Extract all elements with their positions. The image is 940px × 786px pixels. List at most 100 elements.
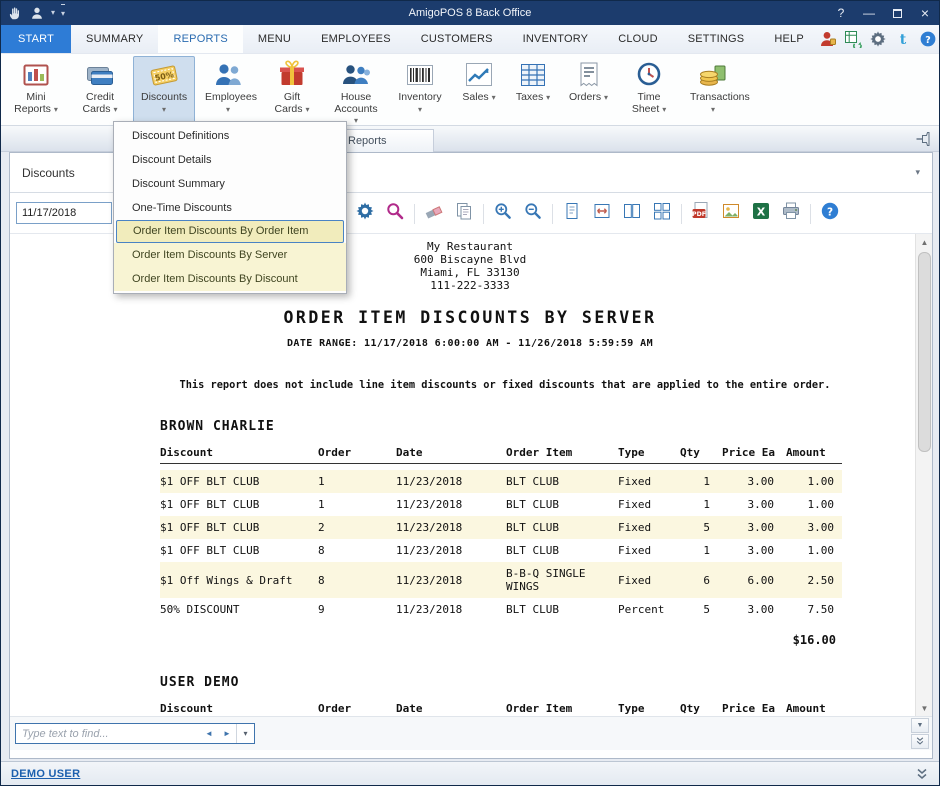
transactions-icon <box>698 60 728 90</box>
ribbon-button-label: Inventory ▾ <box>397 92 443 115</box>
sales-icon <box>464 60 494 90</box>
tab-inventory[interactable]: INVENTORY <box>508 25 604 53</box>
find-options-chevron-icon[interactable]: ▾ <box>236 724 254 743</box>
page-navigation: ▼ <box>911 718 929 749</box>
image-export-button[interactable] <box>720 203 742 225</box>
menu-item-discount-definitions[interactable]: Discount Definitions <box>114 124 346 148</box>
page-two-button[interactable] <box>621 203 643 225</box>
page-fit-button[interactable] <box>591 203 613 225</box>
ribbon-button-credit-cards[interactable]: Credit Cards ▾ <box>69 56 131 123</box>
table-cell: Fixed <box>618 521 680 534</box>
excel-export-button[interactable]: X <box>750 203 772 225</box>
sync-grid-icon[interactable] <box>844 30 862 48</box>
search-button[interactable] <box>384 203 406 225</box>
last-page-button[interactable] <box>911 734 929 749</box>
column-header: Qty <box>680 702 722 715</box>
print-button[interactable] <box>780 203 802 225</box>
minimize-button[interactable]: — <box>855 1 883 25</box>
table-cell: 3.00 <box>786 521 842 534</box>
chevron-down-icon: ▾ <box>711 105 715 114</box>
maximize-button[interactable] <box>883 1 911 25</box>
close-button[interactable]: × <box>911 1 939 25</box>
hand-tool-icon[interactable] <box>7 5 23 21</box>
find-text-input[interactable] <box>16 728 200 740</box>
menu-item-order-item-discounts-by-order-item[interactable]: Order Item Discounts By Order Item <box>116 220 344 243</box>
logged-in-user-link[interactable]: DEMO USER <box>11 768 80 780</box>
ribbon-button-label: Taxes ▾ <box>516 92 550 104</box>
ribbon-button-label: Mini Reports ▾ <box>13 92 59 115</box>
tab-help[interactable]: HELP <box>759 25 819 53</box>
table-cell: 11/23/2018 <box>396 498 506 511</box>
menu-item-discount-summary[interactable]: Discount Summary <box>114 172 346 196</box>
tab-employees[interactable]: EMPLOYEES <box>306 25 406 53</box>
ribbon-button-inventory[interactable]: Inventory ▾ <box>389 56 451 123</box>
logout-user-icon[interactable] <box>819 30 837 48</box>
user-icon[interactable] <box>29 5 45 21</box>
table-cell: BLT CLUB <box>506 544 618 557</box>
twitter-icon[interactable]: t <box>894 30 912 48</box>
ribbon-button-gift-cards[interactable]: Gift Cards ▾ <box>261 56 323 123</box>
scroll-up-arrow-icon[interactable]: ▲ <box>916 234 932 250</box>
table-cell: 3.00 <box>722 544 786 557</box>
tab-reports[interactable]: REPORTS <box>158 25 242 53</box>
ribbon-button-sales[interactable]: Sales ▾ <box>453 56 505 123</box>
chevron-down-icon[interactable]: ▾ <box>51 5 55 21</box>
menu-item-discount-details[interactable]: Discount Details <box>114 148 346 172</box>
scroll-down-arrow-icon[interactable]: ▼ <box>916 700 932 716</box>
column-header: Order Item <box>506 446 618 459</box>
tab-cloud[interactable]: CLOUD <box>603 25 673 53</box>
next-page-button[interactable]: ▼ <box>911 718 929 733</box>
help-circle-icon[interactable]: ? <box>919 30 937 48</box>
tab-menu[interactable]: MENU <box>243 25 306 53</box>
pdf-export-button[interactable]: PDF <box>690 203 712 225</box>
menu-item-one-time-discounts[interactable]: One-Time Discounts <box>114 196 346 220</box>
scrollbar-thumb[interactable] <box>918 252 931 452</box>
menu-item-order-item-discounts-by-discount[interactable]: Order Item Discounts By Discount <box>114 267 346 291</box>
customize-toolbar-chevron-icon[interactable]: ▾ <box>61 4 65 22</box>
table-cell: 2 <box>318 521 396 534</box>
ribbon-button-employees[interactable]: Employees ▾ <box>197 56 259 123</box>
help-button[interactable]: ? <box>819 203 841 225</box>
status-double-chevron-icon[interactable] <box>915 767 929 781</box>
ribbon-button-orders[interactable]: Orders ▾ <box>561 56 616 123</box>
table-cell: Percent <box>618 603 680 616</box>
tab-start[interactable]: START <box>1 25 71 53</box>
inventory-icon <box>405 60 435 90</box>
copy-button[interactable] <box>453 203 475 225</box>
column-header: Order <box>318 446 396 459</box>
chevron-down-icon: ▾ <box>226 105 230 114</box>
quick-access-toolbar: ▾ ▾ <box>1 4 201 22</box>
zoom-out-button[interactable] <box>522 203 544 225</box>
page-grid-button[interactable] <box>651 203 673 225</box>
find-next-button[interactable]: ► <box>218 724 236 743</box>
page-single-button[interactable] <box>561 203 583 225</box>
ribbon-button-label: Employees ▾ <box>205 92 251 115</box>
zoom-in-button[interactable] <box>492 203 514 225</box>
tab-customers[interactable]: CUSTOMERS <box>406 25 508 53</box>
gear-gray-icon[interactable] <box>869 30 887 48</box>
chevron-down-icon[interactable]: ▾ <box>915 167 920 178</box>
table-row: $1 OFF BLT CLUB811/23/2018BLT CLUBFixed1… <box>160 539 842 562</box>
auto-hide-pin-icon[interactable] <box>915 131 931 147</box>
ribbon-button-discounts[interactable]: 50%Discounts ▾ <box>133 56 195 123</box>
orders-icon <box>574 60 604 90</box>
find-previous-button[interactable]: ◄ <box>200 724 218 743</box>
settings-gear-button[interactable] <box>354 203 376 225</box>
report-note: This report does not include line item d… <box>160 379 850 391</box>
tab-settings[interactable]: SETTINGS <box>673 25 760 53</box>
table-cell: 1 <box>680 498 722 511</box>
vertical-scrollbar[interactable]: ▲ ▼ <box>915 234 932 716</box>
table-cell: 1.00 <box>786 544 842 557</box>
ribbon-button-time-sheet[interactable]: Time Sheet ▾ <box>618 56 680 123</box>
ribbon-button-transactions[interactable]: Transactions ▾ <box>682 56 744 123</box>
ribbon-button-house-accounts[interactable]: House Accounts ▾ <box>325 56 387 123</box>
column-header: Date <box>396 446 506 459</box>
tab-summary[interactable]: SUMMARY <box>71 25 158 53</box>
menu-item-order-item-discounts-by-server[interactable]: Order Item Discounts By Server <box>114 243 346 267</box>
discounts-icon: 50% <box>149 60 179 90</box>
eraser-button[interactable] <box>423 203 445 225</box>
start-date-input[interactable] <box>16 202 112 224</box>
window-help-button[interactable]: ? <box>827 1 855 25</box>
ribbon-button-mini-reports[interactable]: Mini Reports ▾ <box>5 56 67 123</box>
ribbon-button-taxes[interactable]: Taxes ▾ <box>507 56 559 123</box>
